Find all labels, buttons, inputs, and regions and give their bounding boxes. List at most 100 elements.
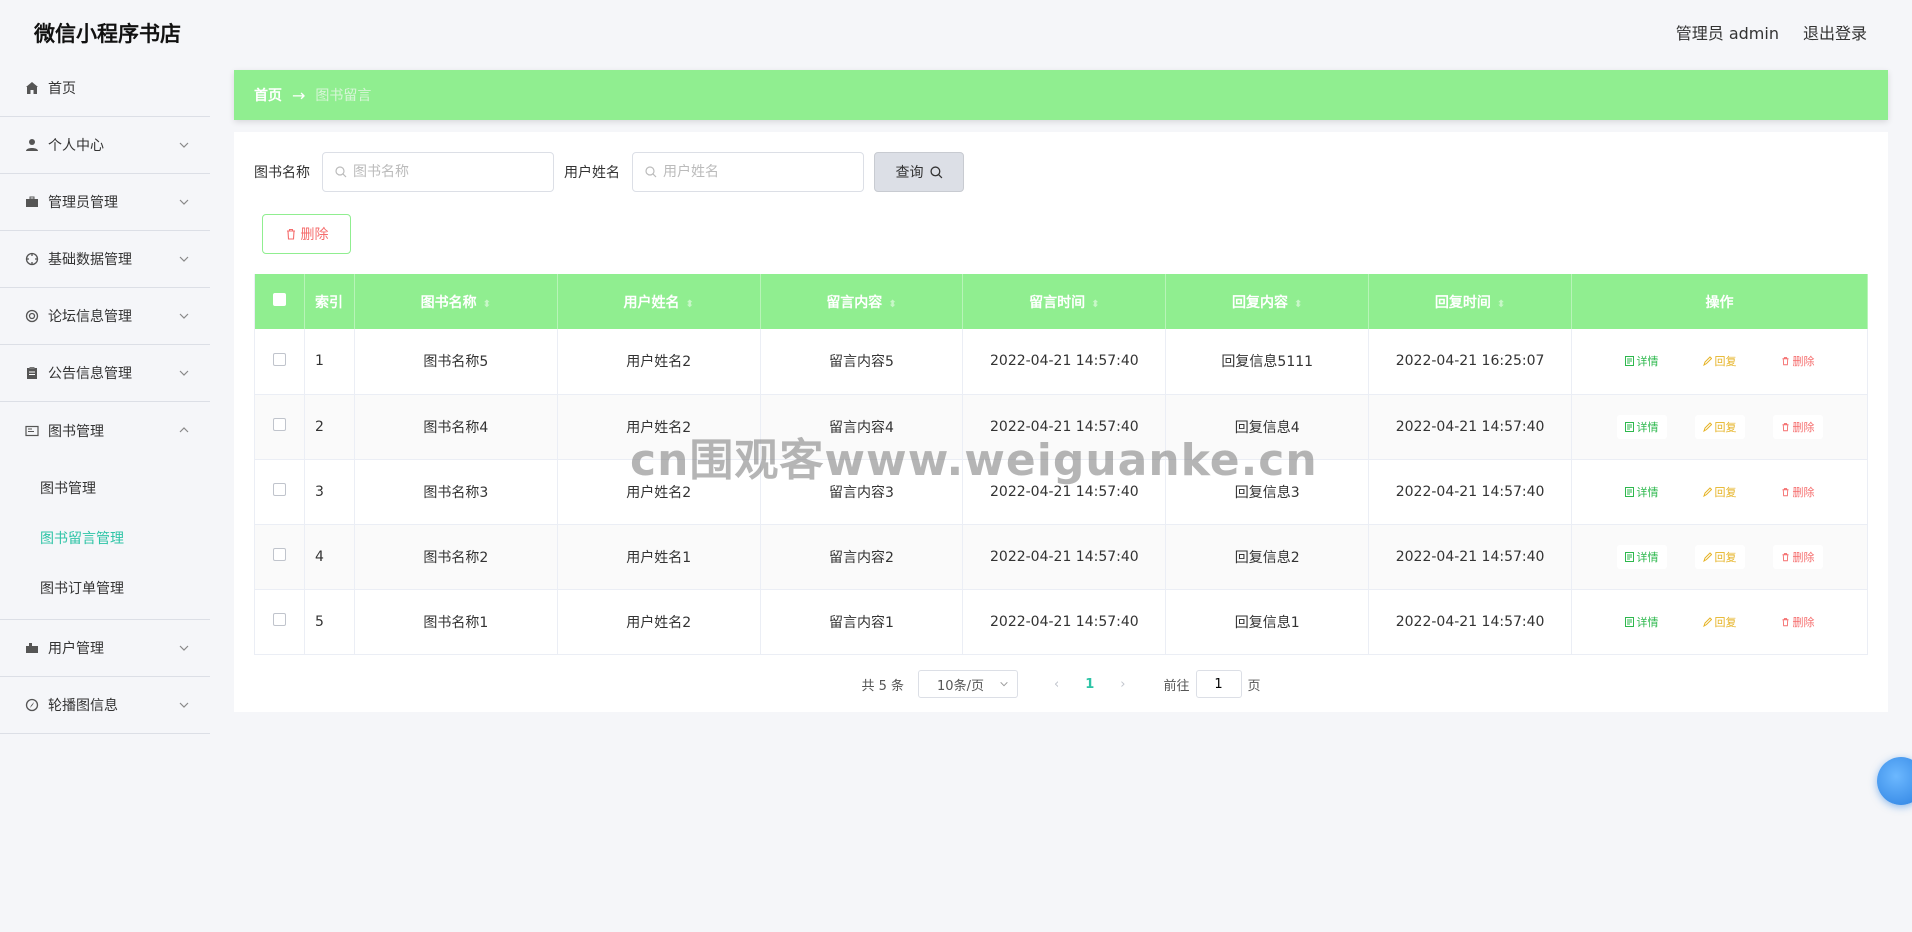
user-name-search-box[interactable]: [632, 152, 864, 192]
row-select-cell: [254, 589, 305, 654]
sidebar-item-forum[interactable]: 论坛信息管理: [0, 288, 210, 345]
sidebar-item-book-management[interactable]: 图书管理: [0, 402, 210, 459]
chevron-down-icon: [179, 702, 189, 708]
index-cell: 3: [304, 459, 355, 524]
column-header-book-name[interactable]: 图书名称 ⬍: [354, 274, 558, 329]
column-header-label: 留言时间: [1029, 294, 1086, 311]
book-name-input[interactable]: [353, 164, 533, 180]
reply-label: 回复: [1714, 485, 1737, 499]
sidebar-subitem-book-messages[interactable]: 图书留言管理: [0, 513, 210, 563]
prev-page-button[interactable]: ‹: [1054, 677, 1059, 692]
book-icon: [24, 423, 40, 439]
column-header-label: 留言内容: [826, 294, 883, 311]
query-button-label: 查询: [895, 165, 924, 181]
sidebar-item-personal-center[interactable]: 个人中心: [0, 117, 210, 174]
trash-icon: [1782, 487, 1789, 496]
search-row: 图书名称 用户姓名 查询: [254, 152, 964, 192]
sidebar-item-label: 用户管理: [48, 641, 104, 657]
delete-button[interactable]: 删除: [1772, 349, 1823, 374]
user-name-cell: 用户姓名1: [557, 524, 761, 589]
sidebar-item-label: 图书管理: [48, 423, 104, 440]
floating-assistant-button[interactable]: [1877, 757, 1912, 805]
app-title: 微信小程序书店: [34, 22, 181, 46]
reply-button[interactable]: 回复: [1694, 414, 1745, 439]
row-checkbox[interactable]: [272, 548, 286, 561]
column-header-label: 回复内容: [1232, 294, 1289, 311]
column-header-message-content[interactable]: 留言内容 ⬍: [760, 274, 964, 329]
row-checkbox[interactable]: [272, 613, 286, 626]
chevron-down-icon: [179, 645, 189, 651]
document-icon: [1624, 421, 1634, 432]
detail-button[interactable]: 详情: [1616, 544, 1667, 569]
detail-button[interactable]: 详情: [1616, 609, 1667, 634]
user-name-input[interactable]: [663, 164, 843, 180]
suitcase-icon: [24, 640, 40, 656]
detail-button[interactable]: 详情: [1616, 414, 1667, 439]
column-header-user-name[interactable]: 用户姓名 ⬍: [557, 274, 761, 329]
reply-button[interactable]: 回复: [1694, 609, 1745, 634]
reply-time-cell: 2022-04-21 14:57:40: [1368, 459, 1573, 524]
search-icon: [645, 166, 657, 178]
total-count: 共 5 条: [861, 678, 905, 694]
delete-label: 删除: [1792, 485, 1815, 499]
reply-content-cell: 回复信息1: [1165, 589, 1370, 654]
delete-button[interactable]: 删除: [1772, 414, 1823, 439]
sidebar-item-home[interactable]: 首页: [0, 60, 210, 117]
delete-label: 删除: [1792, 420, 1815, 434]
sidebar-item-admin-management[interactable]: 管理员管理: [0, 174, 210, 231]
sidebar-item-announcements[interactable]: 公告信息管理: [0, 345, 210, 402]
table-row: 1 图书名称5 用户姓名2 留言内容5 2022-04-21 14:57:40 回复信息5…: [254, 329, 1868, 394]
batch-delete-button[interactable]: 删除: [262, 214, 351, 254]
index-cell: 4: [304, 524, 355, 589]
sidebar-item-user-management[interactable]: 用户管理: [0, 620, 210, 677]
reply-button[interactable]: 回复: [1694, 544, 1745, 569]
chevron-down-icon: [179, 199, 189, 205]
user-name-cell: 用户姓名2: [557, 329, 761, 394]
column-header-reply-content[interactable]: 回复内容 ⬍: [1165, 274, 1370, 329]
page-number-1[interactable]: 1: [1085, 677, 1094, 692]
detail-button[interactable]: 详情: [1616, 349, 1667, 374]
sidebar-item-label: 基础数据管理: [48, 252, 132, 268]
trash-icon: [286, 228, 295, 240]
delete-button[interactable]: 删除: [1772, 479, 1823, 504]
select-all-checkbox[interactable]: [272, 293, 286, 306]
breadcrumb-arrow: →: [292, 85, 306, 105]
page-size-select[interactable]: 10条/页: [918, 670, 1019, 698]
chevron-down-icon: [179, 142, 189, 148]
query-button[interactable]: 查询: [874, 152, 964, 192]
chevron-up-icon: [179, 427, 189, 433]
list-panel: 图书名称 用户姓名 查询 删除: [234, 132, 1888, 712]
sidebar-subitem-book-orders[interactable]: 图书订单管理: [0, 563, 210, 613]
delete-button[interactable]: 删除: [1772, 544, 1823, 569]
next-page-button[interactable]: ›: [1120, 677, 1125, 692]
compass-icon: [24, 697, 40, 713]
row-checkbox[interactable]: [272, 483, 286, 496]
briefcase-icon: [24, 194, 40, 210]
sidebar-item-carousel[interactable]: 轮播图信息: [0, 677, 210, 734]
detail-button[interactable]: 详情: [1616, 479, 1667, 504]
row-checkbox[interactable]: [272, 352, 286, 366]
lifebuoy-icon: [24, 308, 40, 324]
breadcrumb-home[interactable]: 首页: [254, 85, 282, 105]
reply-button[interactable]: 回复: [1694, 349, 1745, 374]
logout-link[interactable]: 退出登录: [1803, 20, 1867, 44]
admin-label[interactable]: 管理员 admin: [1676, 20, 1779, 44]
book-name-search-box[interactable]: [322, 152, 554, 192]
row-checkbox[interactable]: [272, 418, 286, 431]
column-header-actions: 操作: [1571, 274, 1868, 329]
delete-button[interactable]: 删除: [1772, 609, 1823, 634]
sidebar-item-basic-data[interactable]: 基础数据管理: [0, 231, 210, 288]
goto-suffix: 页: [1247, 678, 1261, 694]
edit-icon: [1702, 486, 1712, 497]
watermark: cn围观客www.weiguanke.cn: [630, 435, 1318, 486]
reply-button[interactable]: 回复: [1694, 479, 1745, 504]
column-header-message-time[interactable]: 留言时间 ⬍: [962, 274, 1167, 329]
detail-label: 详情: [1636, 420, 1659, 434]
detail-label: 详情: [1636, 615, 1659, 629]
sidebar-subitem-books[interactable]: 图书管理: [0, 463, 210, 513]
message-time-cell: 2022-04-21 14:57:40: [962, 589, 1167, 654]
table-header-row: 索引 图书名称 ⬍ 用户姓名 ⬍ 留言内容 ⬍ 留言时间 ⬍ 回复内容 ⬍ 回复时间 ⬍ 操…: [254, 274, 1868, 329]
document-icon: [1624, 616, 1634, 627]
column-header-reply-time[interactable]: 回复时间 ⬍: [1368, 274, 1573, 329]
goto-page-input[interactable]: [1195, 670, 1242, 698]
